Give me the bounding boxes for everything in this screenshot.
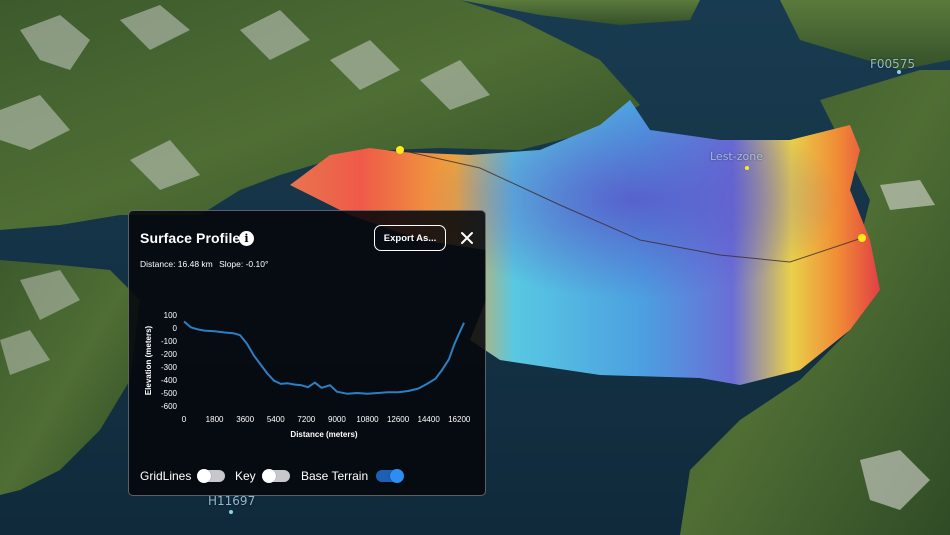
- profile-stats: Distance: 16.48 km Slope: -0.10°: [140, 259, 272, 269]
- distance-readout: Distance: 16.48 km: [140, 259, 213, 269]
- y-tick-label: -300: [161, 363, 178, 372]
- y-tick-label: -500: [161, 389, 178, 398]
- elevation-profile-chart: 100 0 -100 -200 -300 -400 -500 -600 0 1800 3600 540…: [144, 311, 471, 439]
- toggle-knob: [197, 469, 211, 483]
- x-tick-label: 9000: [328, 415, 346, 424]
- y-tick-label: -400: [161, 376, 178, 385]
- map-label-f00575[interactable]: F00575: [870, 57, 915, 71]
- x-tick-label: 1800: [206, 415, 224, 424]
- elevation-line: [183, 320, 465, 395]
- x-tick-label: 3600: [236, 415, 254, 424]
- info-glyph: i: [244, 232, 249, 245]
- y-tick-label: -200: [161, 350, 178, 359]
- y-tick-label: -100: [161, 337, 178, 346]
- x-tick-label: 0: [182, 415, 187, 424]
- map-label-lest-zone[interactable]: Lest-zone: [710, 150, 763, 163]
- x-tick-label: 14400: [418, 415, 441, 424]
- panel-title: Surface Profile: [140, 230, 241, 246]
- y-tick-label: 100: [164, 311, 178, 320]
- gridlines-toggle[interactable]: [197, 469, 225, 483]
- y-tick-label: -600: [161, 402, 178, 411]
- key-toggle[interactable]: [262, 469, 290, 483]
- surface-profile-panel: Surface Profile i Export As... Distance:…: [128, 210, 486, 496]
- map-label-marker: [229, 510, 233, 514]
- slope-readout: Slope: -0.10°: [219, 259, 269, 269]
- x-axis-label: Distance (meters): [290, 430, 357, 439]
- base-terrain-toggle[interactable]: [376, 469, 404, 483]
- y-tick-label: 0: [173, 324, 178, 333]
- x-tick-label: 12600: [387, 415, 410, 424]
- y-axis-label: Elevation (meters): [144, 325, 153, 395]
- x-tick-label: 5400: [267, 415, 285, 424]
- x-tick-label: 7200: [297, 415, 315, 424]
- base-terrain-toggle-label: Base Terrain: [301, 469, 369, 483]
- toggle-knob: [262, 469, 276, 483]
- close-icon[interactable]: [457, 228, 477, 248]
- map-label-h11697[interactable]: H11697: [208, 494, 255, 508]
- info-icon[interactable]: i: [239, 231, 254, 246]
- export-as-button[interactable]: Export As...: [374, 225, 446, 251]
- x-tick-label: 10800: [356, 415, 379, 424]
- toggle-knob: [390, 469, 404, 483]
- key-toggle-label: Key: [235, 469, 256, 483]
- x-tick-label: 16200: [448, 415, 471, 424]
- gridlines-toggle-label: GridLines: [140, 469, 192, 483]
